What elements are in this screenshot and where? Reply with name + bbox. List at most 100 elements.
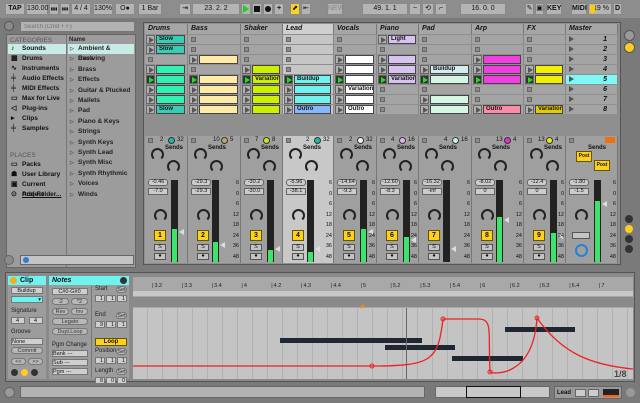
clip-slot[interactable]: Slow xyxy=(145,45,188,54)
io-toggle[interactable] xyxy=(625,215,633,223)
track-activator-button[interactable]: 4 xyxy=(292,230,304,241)
scene-launch-button[interactable] xyxy=(567,75,576,84)
track-fold-icon[interactable] xyxy=(191,138,196,143)
clip-tab-icon[interactable] xyxy=(11,369,18,376)
clip-slot[interactable]: Outro xyxy=(472,105,524,114)
scene-slot[interactable]: 2 xyxy=(566,45,618,54)
stop-button[interactable] xyxy=(252,3,262,15)
track-fold-icon[interactable] xyxy=(380,138,385,143)
legato-button[interactable]: Legato xyxy=(52,318,88,325)
clip-slot[interactable] xyxy=(241,95,283,104)
device-thumbnail[interactable] xyxy=(588,389,599,397)
send-a-post-button[interactable]: Post xyxy=(576,151,592,162)
browser-item[interactable]: Brass xyxy=(68,65,134,75)
clip[interactable] xyxy=(199,85,238,94)
clip-stop-button[interactable] xyxy=(191,67,196,72)
clip-stop-button[interactable] xyxy=(422,87,427,92)
punch-in-button[interactable]: ~ xyxy=(409,3,421,15)
clip-stop-button[interactable] xyxy=(422,37,427,42)
pan-knob[interactable] xyxy=(386,209,399,222)
send-a-knob[interactable] xyxy=(478,148,491,161)
loop-length-field[interactable]: 16. 0. 0 xyxy=(460,3,506,15)
clip-slot[interactable] xyxy=(145,95,188,104)
clip-slot[interactable] xyxy=(472,75,524,84)
browser-item[interactable]: Synth Misc xyxy=(68,158,134,168)
clip-slot[interactable] xyxy=(472,95,524,104)
cue-volume-knob[interactable] xyxy=(575,244,588,257)
clip-slot[interactable] xyxy=(241,35,283,44)
solo-button[interactable]: S xyxy=(343,244,355,251)
clip-stop-button[interactable] xyxy=(286,67,291,72)
track-fold-icon[interactable] xyxy=(475,138,480,143)
scene-slot[interactable]: 1 xyxy=(566,35,618,44)
clip[interactable] xyxy=(345,75,374,84)
browser-item[interactable]: Synth Lead xyxy=(68,148,134,158)
clip-slot[interactable] xyxy=(241,85,283,94)
clip-stop-button[interactable] xyxy=(380,107,385,112)
tempo-field[interactable]: 130.00 xyxy=(26,3,48,15)
clip-stop-button[interactable] xyxy=(475,37,480,42)
clip-slot[interactable]: Buildup xyxy=(283,75,334,84)
clip-slot[interactable]: Variation xyxy=(334,85,377,94)
clip-slot[interactable] xyxy=(334,35,377,44)
send-b-knob[interactable] xyxy=(441,160,454,173)
place-add-folder-[interactable]: ⊙ Add Folder... xyxy=(8,190,66,200)
clip-slot[interactable] xyxy=(524,45,566,54)
scene-launch-button[interactable] xyxy=(567,55,576,64)
scene-slot[interactable]: 8 xyxy=(566,105,618,114)
clip-slot[interactable]: Buildup xyxy=(419,65,472,74)
notes-options-icon[interactable] xyxy=(120,277,127,284)
clip-launch-button[interactable] xyxy=(284,95,293,104)
pan-knob[interactable] xyxy=(292,209,305,222)
pan-knob[interactable] xyxy=(428,209,441,222)
arrangement-overview[interactable] xyxy=(435,386,550,398)
clip-launch-button[interactable] xyxy=(146,95,155,104)
volume-readout[interactable]: -8.02 xyxy=(475,179,495,186)
arm-button[interactable]: ● xyxy=(154,253,166,260)
track-header[interactable]: Vocals xyxy=(334,24,377,34)
set-length-button[interactable]: Set xyxy=(116,368,127,375)
signature-denominator[interactable]: 4 xyxy=(29,317,43,324)
reverse-button[interactable]: Rev xyxy=(52,308,69,315)
sub-bank-field[interactable]: Sub --- xyxy=(52,359,88,366)
clip-launch-button[interactable] xyxy=(242,65,251,74)
track-header[interactable]: Shaker xyxy=(241,24,283,34)
clip-stop-button[interactable] xyxy=(380,47,385,52)
clip-launch-button[interactable] xyxy=(420,95,429,104)
envelope-tab-icon[interactable] xyxy=(31,369,38,376)
scene-slot[interactable]: 6 xyxy=(566,85,618,94)
track-fold-icon[interactable] xyxy=(244,138,249,143)
clip-slot[interactable] xyxy=(241,105,283,114)
browser-item[interactable]: Synth Rhythmic xyxy=(68,169,134,179)
clip-slot[interactable] xyxy=(419,45,472,54)
clip-stop-button[interactable] xyxy=(527,87,532,92)
clip-launch-button[interactable] xyxy=(189,95,198,104)
browser-item[interactable]: Winds xyxy=(68,190,134,200)
volume-readout[interactable]: -12.60 xyxy=(380,179,400,186)
clip-launch-button[interactable] xyxy=(378,75,387,84)
clip-launch-button[interactable] xyxy=(525,75,534,84)
clip-stop-button[interactable] xyxy=(475,87,480,92)
loop-brace-bar[interactable] xyxy=(133,291,633,296)
arm-button[interactable]: ● xyxy=(481,253,493,260)
clip-slot[interactable] xyxy=(241,45,283,54)
clip-launch-button[interactable] xyxy=(420,75,429,84)
double-length-button[interactable]: *2 xyxy=(71,298,88,305)
clip[interactable] xyxy=(294,95,331,104)
clip[interactable] xyxy=(345,65,374,74)
set-start-button[interactable]: Set xyxy=(116,286,127,293)
clip-slot[interactable] xyxy=(188,65,241,74)
volume-fader-handle[interactable] xyxy=(451,245,456,252)
clip-view-toggle[interactable] xyxy=(624,30,635,41)
clip-stop-button[interactable] xyxy=(422,57,427,62)
clip-slot[interactable] xyxy=(334,75,377,84)
punch-out-button[interactable]: ⌐ xyxy=(435,3,447,15)
nudge-down-button[interactable]: ▮▮▮ xyxy=(49,3,59,15)
clip-slot[interactable] xyxy=(188,85,241,94)
clip[interactable] xyxy=(156,65,185,74)
clip-slot[interactable] xyxy=(524,65,566,74)
category-plug-ins[interactable]: ◁ Plug-ins xyxy=(8,104,66,114)
scene-launch-button[interactable] xyxy=(567,45,576,54)
clip-slot[interactable] xyxy=(419,85,472,94)
clip-stop-button[interactable] xyxy=(337,37,342,42)
